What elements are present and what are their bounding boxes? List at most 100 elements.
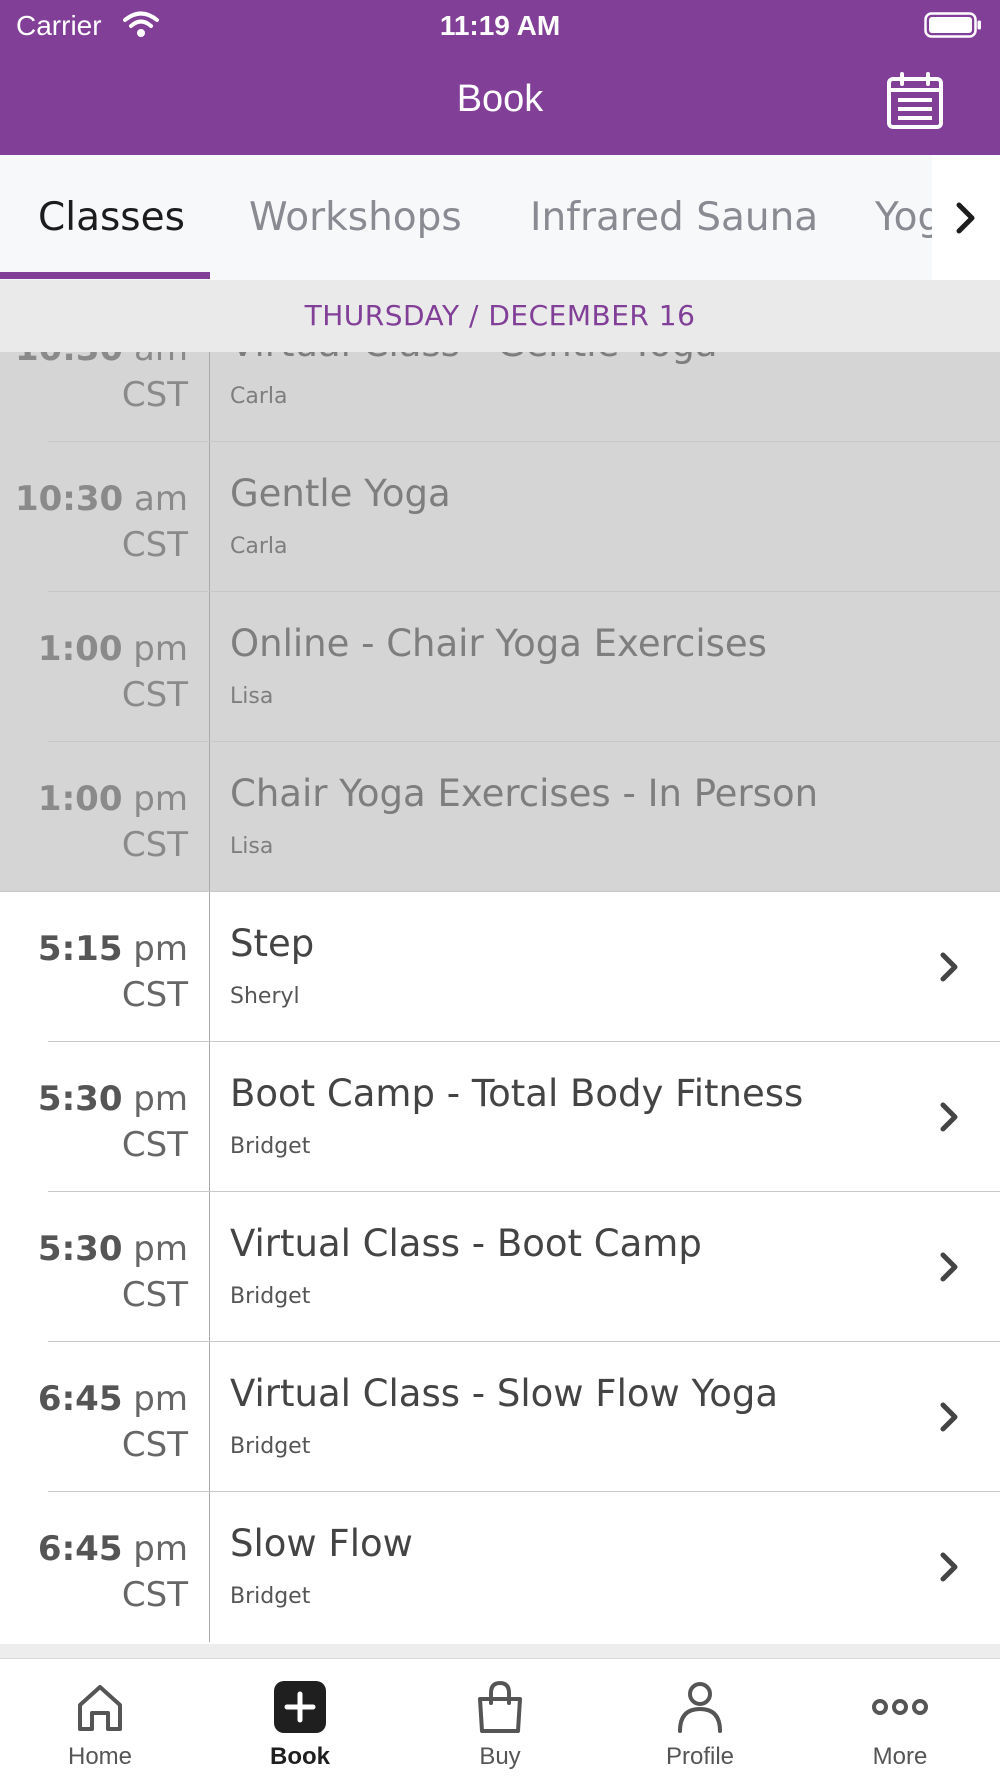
- class-name: Chair Yoga Exercises - In Person: [230, 772, 819, 815]
- list-item[interactable]: 6:45 pm CST Slow Flow Bridget: [0, 1492, 1000, 1642]
- tabs-scroll-right-button[interactable]: [932, 155, 1000, 280]
- chevron-right-icon: [940, 952, 958, 982]
- list-item: 1:00 pm CST Online - Chair Yoga Exercises…: [0, 592, 1000, 742]
- tab-workshops[interactable]: Workshops: [249, 155, 462, 280]
- person-icon: [678, 1682, 722, 1733]
- book-screen: Carrier 11:19 AM Book Classes Workshops …: [0, 0, 1000, 1778]
- class-time: 1:00 pm CST: [0, 626, 188, 718]
- time-value: 6:45: [37, 1379, 123, 1419]
- row-divider: [209, 442, 210, 592]
- time-ampm: am: [134, 479, 188, 519]
- bottom-tab-bar: Home Book Buy Profile More: [0, 1658, 1000, 1778]
- time-value: 5:30: [37, 1079, 123, 1119]
- status-time: 11:19 AM: [439, 10, 561, 41]
- tabbar-profile[interactable]: Profile: [600, 1659, 800, 1778]
- instructor-name: Bridget: [230, 1434, 311, 1459]
- list-item[interactable]: 5:15 pm CST Step Sheryl: [0, 892, 1000, 1042]
- time-zone: CST: [121, 525, 188, 565]
- header: Carrier 11:19 AM Book: [0, 0, 1000, 155]
- row-divider: [209, 1192, 210, 1342]
- instructor-name: Bridget: [230, 1284, 311, 1309]
- time-ampm: pm: [133, 1229, 188, 1269]
- plus-icon: [274, 1681, 326, 1733]
- row-divider: [209, 1492, 210, 1642]
- time-zone: CST: [121, 975, 188, 1015]
- chevron-right-icon: [940, 1252, 958, 1282]
- chevron-right-icon: [956, 202, 975, 234]
- time-ampm: pm: [133, 1079, 188, 1119]
- shopping-bag-icon: [478, 1680, 522, 1733]
- tabbar-buy[interactable]: Buy: [400, 1659, 600, 1778]
- class-time: 5:30 pm CST: [0, 1226, 188, 1318]
- list-item: 1:00 pm CST Chair Yoga Exercises - In Per…: [0, 742, 1000, 892]
- class-name: Boot Camp - Total Body Fitness: [230, 1072, 804, 1115]
- instructor-name: Carla: [230, 534, 288, 559]
- calendar-icon[interactable]: [886, 72, 944, 130]
- list-item[interactable]: 6:45 pm CST Virtual Class - Slow Flow Yog…: [0, 1342, 1000, 1492]
- tabbar-more[interactable]: More: [800, 1659, 1000, 1778]
- tab-classes[interactable]: Classes: [38, 155, 185, 280]
- time-value: 5:15: [37, 929, 123, 969]
- chevron-right-icon: [940, 1402, 958, 1432]
- tab-infrared-sauna[interactable]: Infrared Sauna: [530, 155, 818, 280]
- time-value: 1:00: [37, 629, 123, 669]
- chevron-right-icon: [940, 1102, 958, 1132]
- row-divider: [209, 1042, 210, 1192]
- time-ampm: pm: [133, 779, 188, 819]
- class-time: 6:45 pm CST: [0, 1526, 188, 1618]
- chevron-right-icon: [940, 1552, 958, 1582]
- tabbar-label: Buy: [479, 1743, 521, 1770]
- time-zone: CST: [121, 1275, 188, 1315]
- active-tab-indicator: [0, 272, 210, 279]
- more-dots-icon: [872, 1699, 928, 1715]
- tabbar-book[interactable]: Book: [200, 1659, 400, 1778]
- class-name: Slow Flow: [230, 1522, 413, 1565]
- class-list: 10:30 amCST Virtual Class - Gentle Yoga …: [0, 352, 1000, 1644]
- category-tabs: Classes Workshops Infrared Sauna Yoga: [0, 155, 1000, 280]
- time-value: 6:45: [37, 1529, 123, 1569]
- status-bar: Carrier 11:19 AM: [0, 0, 1000, 52]
- time-ampm: am: [134, 352, 188, 369]
- time-ampm: pm: [133, 629, 188, 669]
- class-time: 5:15 pm CST: [0, 926, 188, 1018]
- battery-icon: [924, 12, 981, 38]
- date-header: THURSDAY / DECEMBER 16: [0, 280, 1000, 352]
- list-item: 10:30 amCST Virtual Class - Gentle Yoga …: [0, 352, 1000, 442]
- time-zone: CST: [121, 1425, 188, 1465]
- time-zone: CST: [121, 825, 188, 865]
- class-name: Virtual Class - Boot Camp: [230, 1222, 702, 1265]
- time-value: 10:30: [15, 352, 123, 369]
- time-zone: CST: [121, 1575, 188, 1615]
- tabbar-label: More: [872, 1743, 928, 1770]
- time-value: 10:30: [14, 479, 124, 519]
- instructor-name: Bridget: [230, 1134, 311, 1159]
- tabbar-label: Book: [270, 1743, 330, 1770]
- list-item[interactable]: 5:30 pm CST Boot Camp - Total Body Fitnes…: [0, 1042, 1000, 1192]
- class-name: Step: [230, 922, 315, 965]
- instructor-name: Lisa: [230, 684, 274, 709]
- tabbar-label: Home: [67, 1743, 133, 1770]
- home-icon: [78, 1685, 122, 1731]
- instructor-name: Carla: [230, 384, 288, 409]
- row-divider: [209, 892, 210, 1042]
- class-name: Virtual Class - Gentle Yoga: [230, 352, 718, 365]
- time-ampm: pm: [133, 1379, 188, 1419]
- class-name: Online - Chair Yoga Exercises: [230, 622, 767, 665]
- instructor-name: Bridget: [230, 1584, 311, 1609]
- class-name: Virtual Class - Slow Flow Yoga: [230, 1372, 779, 1415]
- tabbar-label: Profile: [665, 1743, 735, 1770]
- page-title: Book: [456, 78, 544, 120]
- class-name: Gentle Yoga: [230, 472, 451, 515]
- class-time: 5:30 pm CST: [0, 1076, 188, 1168]
- tabbar-home[interactable]: Home: [0, 1659, 200, 1778]
- list-footer-spacer: [0, 1644, 1000, 1658]
- row-divider: [209, 742, 210, 892]
- list-item[interactable]: 5:30 pm CST Virtual Class - Boot Camp Bri…: [0, 1192, 1000, 1342]
- class-time: 10:30 am CST: [0, 352, 188, 418]
- time-value: 5:30: [37, 1229, 123, 1269]
- class-time: 1:00 pm CST: [0, 776, 188, 868]
- row-divider: [209, 352, 210, 442]
- class-time: 6:45 pm CST: [0, 1376, 188, 1468]
- time-ampm: pm: [133, 929, 188, 969]
- instructor-name: Sheryl: [230, 984, 300, 1009]
